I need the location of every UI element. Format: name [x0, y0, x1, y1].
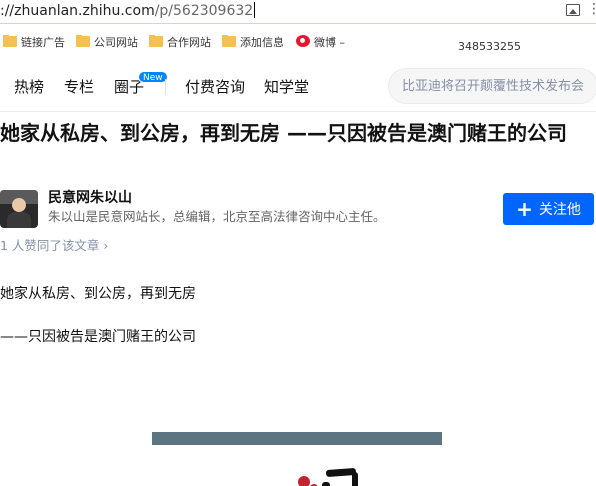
search-box[interactable]: [388, 68, 596, 104]
image-calligraphy-stroke: [322, 482, 330, 486]
bookmark-item[interactable]: 添加信息: [222, 35, 283, 51]
likes-link[interactable]: 1 人赞同了该文章 ›: [0, 238, 108, 254]
bookmark-extra-text: 348533255: [458, 40, 521, 53]
follow-label: 关注他: [538, 202, 581, 218]
article-title: 她家从私房、到公房，再到无房 ——只因被告是澳门赌王的公司: [0, 121, 567, 145]
article-image: [152, 432, 442, 486]
screenshot-icon[interactable]: [566, 4, 580, 16]
image-calligraphy-stroke: [352, 472, 358, 486]
folder-icon: [3, 35, 17, 47]
address-bar[interactable]: ://zhuanlan.zhihu.com/p/562309632 ⋮: [0, 0, 596, 24]
search-input[interactable]: [402, 77, 592, 95]
image-top-band: [152, 432, 442, 445]
bookmark-label: 链接广告: [21, 36, 65, 49]
bookmark-label: 添加信息: [240, 36, 283, 49]
url-host: zhuanlan.zhihu.com: [14, 3, 155, 19]
folder-icon: [76, 35, 90, 47]
follow-button[interactable]: + 关注他: [503, 193, 594, 225]
bookmark-item[interactable]: 公司网站: [76, 35, 142, 51]
article-paragraph: 她家从私房、到公房，再到无房: [0, 286, 196, 302]
url-field[interactable]: ://zhuanlan.zhihu.com/p/562309632: [0, 2, 256, 20]
nav-link-zhixuetang[interactable]: 知学堂: [264, 77, 309, 97]
folder-icon: [149, 35, 163, 47]
bookmark-label: 公司网站: [94, 36, 138, 49]
url-scheme: ://: [0, 3, 15, 19]
new-badge: New: [138, 71, 168, 83]
nav-divider: [165, 79, 166, 95]
article-paragraph: ——只因被告是澳门赌王的公司: [0, 329, 196, 345]
bookmark-label: 合作网站: [167, 36, 211, 49]
more-icon[interactable]: ⋮: [587, 0, 596, 18]
url-path: /p/562309632: [154, 3, 254, 19]
bookmark-item[interactable]: 链接广告: [3, 35, 67, 51]
top-nav: 热榜 专栏 圈子 New 付费咨询 知学堂: [0, 62, 596, 112]
bookmark-item[interactable]: 合作网站: [149, 35, 215, 51]
text-caret: [254, 2, 256, 18]
folder-icon: [222, 35, 236, 47]
bookmark-label: 微博 –: [314, 36, 345, 49]
author-name[interactable]: 民意网朱以山: [48, 189, 132, 207]
image-red-mark: [298, 476, 310, 486]
nav-link-column[interactable]: 专栏: [64, 77, 94, 97]
weibo-icon: [296, 35, 310, 47]
nav-link-paid-consult[interactable]: 付费咨询: [185, 77, 245, 97]
nav-link-hot[interactable]: 热榜: [14, 77, 44, 97]
author-bio: 朱以山是民意网站长，总编辑，北京至高法律咨询中心主任。: [48, 209, 386, 224]
plus-icon: +: [516, 197, 533, 221]
avatar[interactable]: [0, 190, 38, 228]
avatar-face: [12, 198, 26, 212]
bookmarks-bar: 链接广告 公司网站 合作网站 添加信息 微博 – 348533255: [0, 28, 596, 58]
avatar-body: [7, 212, 31, 228]
bookmark-item[interactable]: 微博 –: [296, 35, 348, 51]
